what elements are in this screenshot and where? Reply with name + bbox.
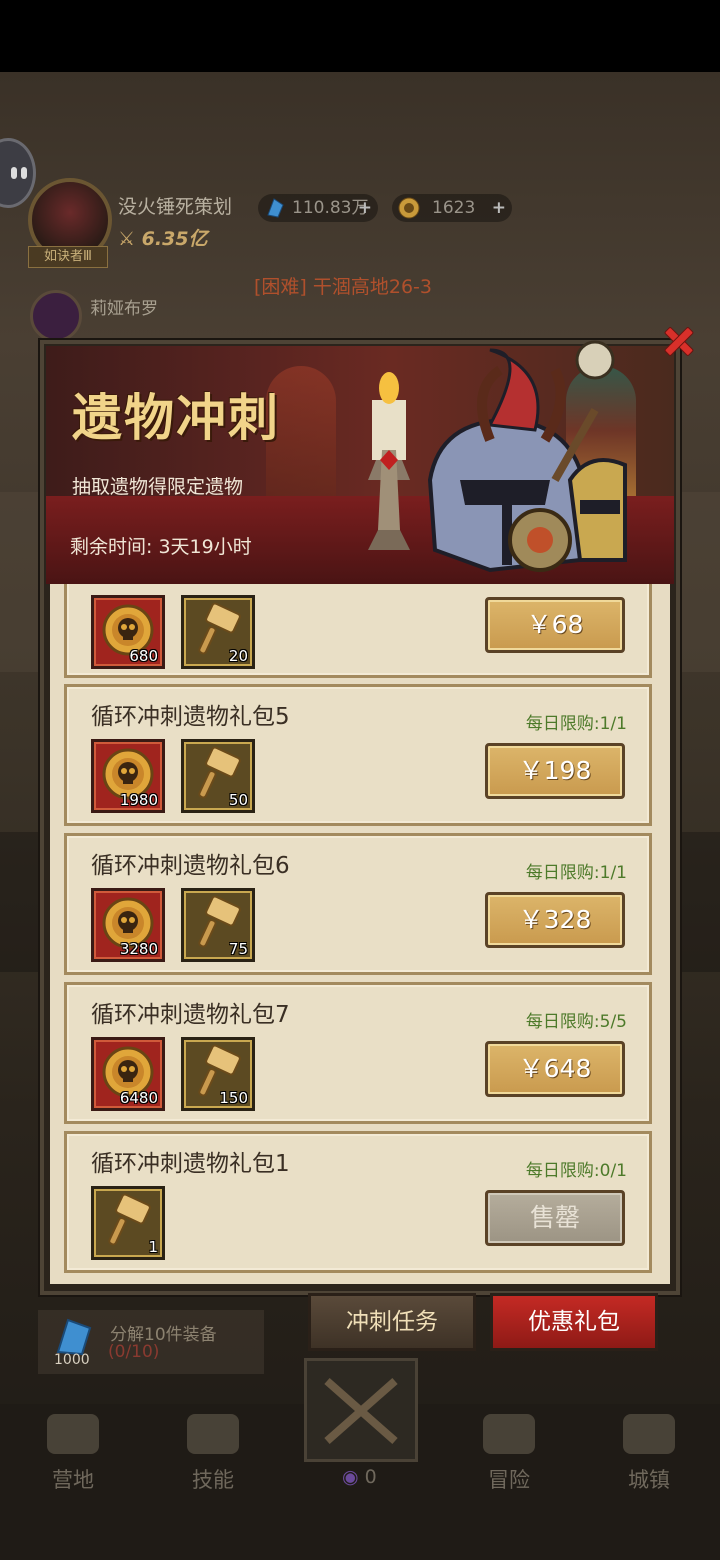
add-coin-button[interactable]: + [492,194,506,222]
decompose-progress: (0/10) [108,1342,160,1362]
crystal-currency[interactable]: 110.83万 + [258,194,378,222]
nav-label: 营地 [52,1468,94,1492]
status-bar [0,0,720,72]
close-icon[interactable] [658,320,698,360]
map-icon [483,1414,535,1454]
combat-power-value: 6.35亿 [141,228,208,250]
nav-camp[interactable]: 营地 [18,1414,128,1494]
pack-card: 循环冲刺遗物礼包5 每日限购:1/1 1980 50 ￥198 [64,684,652,826]
pack-card: 680 20 ￥68 [64,584,652,678]
nav-town[interactable]: 城镇 [594,1414,704,1494]
item-quantity: 1 [148,1238,158,1256]
crystal-icon [56,1318,92,1356]
pack-list[interactable]: 680 20 ￥68 循环冲刺遗物礼包5 每日限购:1/1 1980 50 ￥1… [50,584,670,1284]
hammer-item[interactable]: 1 [91,1186,165,1260]
pack-name: 循环冲刺遗物礼包6 [91,853,290,879]
buy-button[interactable]: ￥198 [485,743,625,799]
item-quantity: 20 [228,647,248,665]
nav-label: 冒险 [488,1468,530,1492]
combat-power: ⚔ 6.35亿 [118,224,208,251]
swords-icon: ⚔ [118,228,142,250]
skull-coin-item[interactable]: 3280 [91,888,165,962]
event-title: 遗物冲刺 [72,388,280,447]
pack-name: 循环冲刺遗物礼包7 [91,1002,290,1028]
item-quantity: 50 [228,791,248,809]
player-title-badge: 如诀者Ⅲ [28,246,108,268]
tab-sprint-task[interactable]: 冲刺任务 [308,1293,476,1351]
buy-button[interactable]: ￥68 [485,597,625,653]
player-name: 没火锤死策划 [118,196,233,218]
item-quantity: 1980 [119,791,158,809]
coin-currency[interactable]: 1623 + [392,194,512,222]
item-quantity: 3280 [119,940,158,958]
buy-button[interactable]: ￥328 [485,892,625,948]
pack-name: 循环冲刺遗物礼包5 [91,704,290,730]
skull-coin-item[interactable]: 6480 [91,1037,165,1111]
daily-limit: 每日限购:5/5 [525,1012,627,1032]
item-quantity: 150 [219,1089,248,1107]
crystal-icon [267,198,284,218]
pack-card: 循环冲刺遗物礼包1 每日限购:0/1 1 售罄 [64,1131,652,1273]
skull-coin-item[interactable]: 1980 [91,739,165,813]
gem-icon: ◉ [342,1466,359,1488]
helmet-artwork [368,340,627,573]
battle-button[interactable] [304,1358,418,1462]
companion-name: 莉娅布罗 [90,299,158,319]
hammer-item[interactable]: 75 [181,888,255,962]
pack-name: 循环冲刺遗物礼包1 [91,1151,290,1177]
skull-coin-item[interactable]: 680 [91,595,165,669]
add-crystal-button[interactable]: + [358,194,372,222]
item-quantity: 680 [129,647,158,665]
coin-amount: 1623 [432,198,476,218]
hammer-item[interactable]: 50 [181,739,255,813]
nav-label: 城镇 [628,1468,670,1492]
daily-limit: 每日限购:1/1 [525,863,627,883]
gem-count-value: 0 [364,1466,377,1488]
sold-out-button[interactable]: 售罄 [485,1190,625,1246]
nav-skills[interactable]: 技能 [158,1414,268,1494]
stage-label: [困难] 干涸高地26-3 [254,276,432,298]
castle-icon [623,1414,675,1454]
coin-icon [398,197,420,219]
daily-limit: 每日限购:1/1 [525,714,627,734]
event-remaining-time: 剩余时间: 3天19小时 [70,536,252,558]
pack-card: 循环冲刺遗物礼包6 每日限购:1/1 3280 75 ￥328 [64,833,652,975]
hammer-item[interactable]: 150 [181,1037,255,1111]
skill-icon [187,1414,239,1454]
nav-label: 技能 [192,1468,234,1492]
pack-card: 循环冲刺遗物礼包7 每日限购:5/5 6480 150 ￥648 [64,982,652,1124]
hammer-item[interactable]: 20 [181,595,255,669]
companion-avatar[interactable] [30,290,82,342]
event-subtitle: 抽取遗物得限定遗物 [72,476,244,498]
crossed-swords-icon [324,1378,398,1444]
item-quantity: 75 [228,940,248,958]
tent-icon [47,1414,99,1454]
item-quantity: 6480 [119,1089,158,1107]
daily-limit: 每日限购:0/1 [525,1161,627,1181]
decompose-reward-count: 1000 [54,1352,90,1368]
tab-discount-pack[interactable]: 优惠礼包 [490,1293,658,1351]
buy-button[interactable]: ￥648 [485,1041,625,1097]
gem-count: ◉ 0 [342,1466,377,1488]
nav-adventure[interactable]: 冒险 [454,1414,564,1494]
